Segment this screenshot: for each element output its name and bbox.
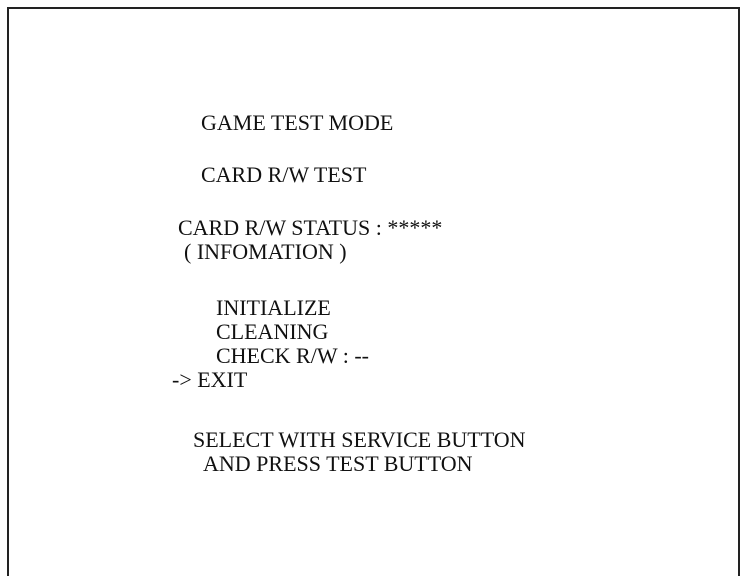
menu-cursor-icon: -> — [172, 367, 192, 392]
check-rw-value: -- — [354, 343, 369, 368]
card-status-line: CARD R/W STATUS : ***** — [178, 216, 442, 240]
instruction-line-2: AND PRESS TEST BUTTON — [203, 451, 473, 476]
card-status-label: CARD R/W STATUS : — [178, 215, 382, 240]
card-status-value: ***** — [387, 215, 443, 240]
page-title: GAME TEST MODE — [201, 110, 394, 135]
menu-item-initialize[interactable]: INITIALIZE — [216, 296, 331, 320]
menu-item-cleaning[interactable]: CLEANING — [216, 320, 328, 344]
menu-item-check-rw[interactable]: CHECK R/W : -- — [216, 344, 369, 368]
menu-item-exit[interactable]: -> EXIT — [172, 368, 247, 392]
instruction-line-1: SELECT WITH SERVICE BUTTON — [193, 427, 526, 452]
card-status-info: ( INFOMATION ) — [184, 239, 347, 264]
check-rw-label: CHECK R/W : — [216, 343, 349, 368]
test-mode-screen — [7, 7, 740, 576]
section-subtitle: CARD R/W TEST — [201, 162, 367, 187]
menu-item-exit-label: EXIT — [197, 367, 248, 392]
